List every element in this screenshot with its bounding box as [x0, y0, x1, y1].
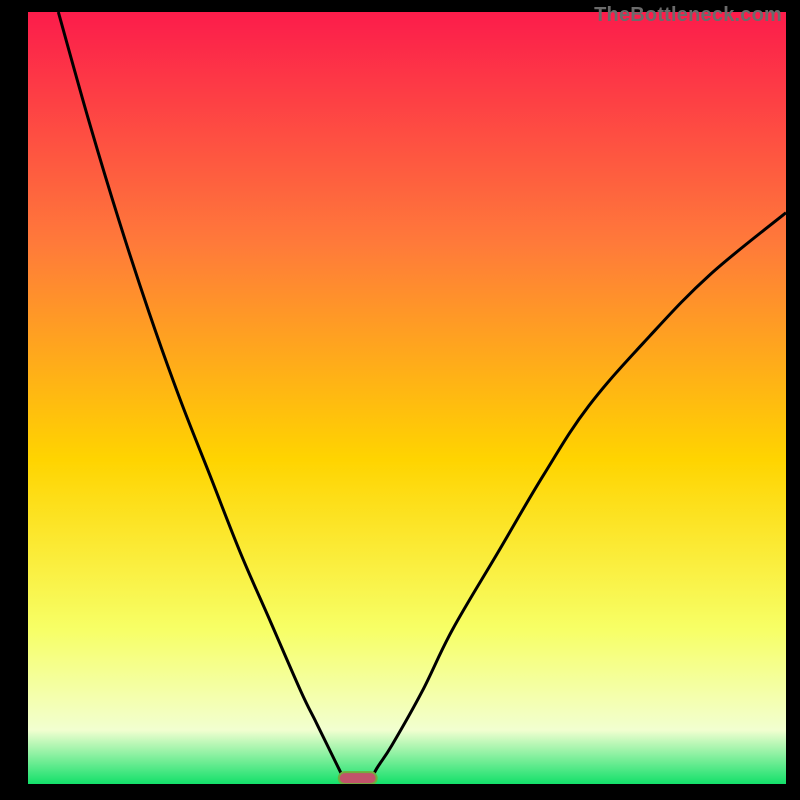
watermark-label: TheBottleneck.com	[594, 4, 782, 27]
bottleneck-chart	[28, 12, 786, 784]
gradient-background	[28, 12, 786, 784]
chart-frame: TheBottleneck.com	[0, 0, 800, 800]
optimal-marker	[339, 772, 377, 784]
